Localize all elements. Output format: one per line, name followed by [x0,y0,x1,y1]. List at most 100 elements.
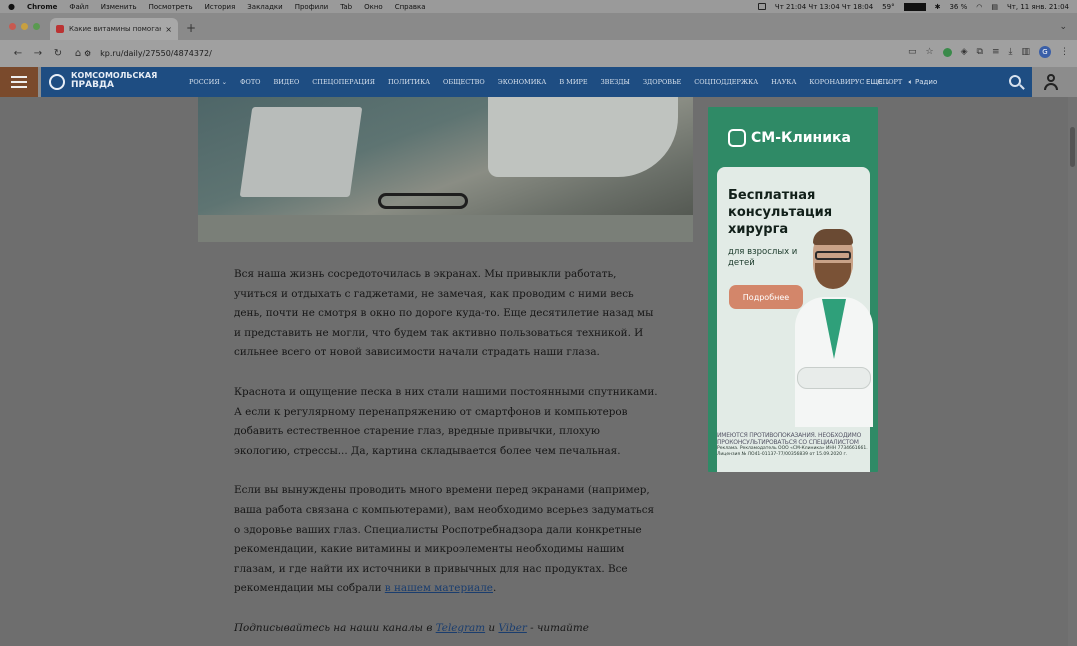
nav-region[interactable]: РОССИЯ ⌄ [189,78,227,86]
kp-favicon-icon [56,25,64,33]
tab-title: Какие витамины помогают [69,25,162,33]
forward-icon[interactable]: → [28,48,48,59]
control-center-icon[interactable]: ▤ [991,3,998,11]
apple-icon[interactable]: ● [8,2,15,11]
world-clocks[interactable]: Чт 21:04 Чт 13:04 Чт 18:04 [775,3,873,11]
status-icon[interactable] [757,3,766,10]
logo-line1: КОМСОМОЛЬСКАЯ [71,71,158,80]
header-right: ЕЩЕ ⌄ 🔈︎ Радио [866,67,937,97]
extensions-icon[interactable]: ⧉ [977,47,983,57]
maximize-window-icon[interactable] [33,23,40,30]
paragraph-1: Вся наша жизнь сосредоточилась в экранах… [234,268,654,359]
close-window-icon[interactable] [9,23,16,30]
wifi-icon[interactable]: ◠ [976,3,982,11]
ad-brand: СМ-Клиника [728,129,851,147]
site-logo[interactable]: КОМСОМОЛЬСКАЯ ПРАВДА [49,72,175,92]
ad-warning: ИМЕЮТСЯ ПРОТИВОПОКАЗАНИЯ. НЕОБХОДИМО ПРО… [717,432,862,446]
battery-percent[interactable]: 36 % [949,3,967,11]
nav-health[interactable]: ЗДОРОВЬЕ [643,78,681,86]
nav-stars[interactable]: ЗВЕЗДЫ [601,78,630,86]
page-content: Вся наша жизнь сосредоточилась в экранах… [0,97,1077,646]
page-scrollbar[interactable] [1068,97,1077,646]
radio-button[interactable]: 🔈︎ Радио [909,78,938,87]
side-panel-icon[interactable]: ▥ [1021,47,1030,57]
url-text[interactable]: kp.ru/daily/27550/4874372/ [100,49,212,58]
status-area: Чт 21:04 Чт 13:04 Чт 18:04 59° ✱ 36 % ◠ … [757,0,1069,13]
menu-view[interactable]: Посмотреть [149,3,193,11]
address-bar[interactable]: ⚙ kp.ru/daily/27550/4874372/ [84,44,854,63]
nav-covid[interactable]: КОРОНАВИРУС [809,78,864,86]
nav-society[interactable]: ОБЩЕСТВО [443,78,485,86]
nav-photo[interactable]: ФОТО [240,78,260,86]
ad-subtitle: для взрослых и детей [728,247,798,268]
ad-banner[interactable]: СМ-Клиника Бесплатная консультация хирур… [708,107,878,472]
site-header: КОМСОМОЛЬСКАЯ ПРАВДА РОССИЯ ⌄ ФОТО ВИДЕО… [0,67,1077,97]
telegram-link[interactable]: Telegram [436,622,485,634]
minimize-window-icon[interactable] [21,23,28,30]
hamburger-menu-icon[interactable] [0,67,38,97]
toolbar-actions: ▭ ☆ ◈ ⧉ ≡ ⤓ ▥ G ⋮ [908,46,1069,58]
site-info-icon[interactable]: ⚙ [84,49,91,58]
new-tab-icon[interactable]: + [186,21,196,35]
browser-toolbar: ← → ↻ ⌂ ⚙ kp.ru/daily/27550/4874372/ ▭ ☆… [0,40,1077,67]
menubar-clock[interactable]: Чт, 11 янв. 21:04 [1007,3,1069,11]
paragraph-2: Краснота и ощущение песка в них стали на… [234,385,658,457]
subscribe-paragraph: Подписывайтесь на наши каналы в Telegram… [234,621,589,634]
speaker-icon: 🔈︎ [908,77,913,86]
nav-social[interactable]: СОЦПОДДЕРЖКА [694,78,758,86]
article-hero-image [198,97,693,242]
article-body: Вся наша жизнь сосредоточилась в экранах… [234,265,659,646]
menu-tab[interactable]: Tab [340,3,352,11]
paragraph-3: Если вы вынуждены проводить много времен… [234,484,655,595]
active-tab[interactable]: Какие витамины помогают × [50,18,178,40]
ad-card: Бесплатная консультация хирурга для взро… [717,167,873,472]
search-icon[interactable] [1009,75,1021,87]
nav-more[interactable]: ЕЩЕ ⌄ [866,78,891,86]
menu-window[interactable]: Окно [364,3,383,11]
menu-app-name[interactable]: Chrome [27,3,57,11]
reading-list-icon[interactable]: ≡ [992,47,1000,57]
menu-help[interactable]: Справка [395,3,426,11]
nav-politics[interactable]: ПОЛИТИКА [388,78,430,86]
ad-legal: Реклама. Рекламодатель ООО «СМ-Клиника» … [717,446,868,457]
nav-world[interactable]: В МИРЕ [559,78,587,86]
scrollbar-thumb[interactable] [1070,127,1075,167]
weather-temp[interactable]: 59° [882,3,894,11]
extension-green-icon[interactable] [942,47,952,57]
nav-science[interactable]: НАУКА [771,78,796,86]
profile-avatar[interactable]: G [1039,46,1051,58]
menu-history[interactable]: История [205,3,236,11]
black-widget-icon[interactable] [903,2,926,11]
user-account-icon[interactable] [1043,74,1059,90]
viber-link[interactable]: Viber [498,622,526,634]
tab-strip: Какие витамины помогают × + ⌄ [0,13,1077,40]
doctor-illustration [795,227,873,427]
cast-icon[interactable]: ▭ [908,47,917,57]
close-tab-icon[interactable]: × [165,25,172,34]
macos-menubar: ● Chrome Файл Изменить Посмотреть Истори… [0,0,1077,13]
bluetooth-icon[interactable]: ✱ [935,3,941,11]
menu-edit[interactable]: Изменить [101,3,137,11]
bookmark-star-icon[interactable]: ☆ [926,47,934,57]
nav-specop[interactable]: СПЕЦОПЕРАЦИЯ [312,78,375,86]
menu-profiles[interactable]: Профили [295,3,329,11]
nav-video[interactable]: ВИДЕО [273,78,299,86]
logo-line2: ПРАВДА [71,80,114,90]
material-link[interactable]: в нашем материале [385,582,493,594]
download-icon[interactable]: ⤓ [1009,47,1013,57]
main-nav: РОССИЯ ⌄ ФОТО ВИДЕО СПЕЦОПЕРАЦИЯ ПОЛИТИК… [189,67,915,97]
menu-file[interactable]: Файл [69,3,88,11]
logo-mark-icon [49,74,65,90]
extension-shield-icon[interactable]: ◈ [961,47,968,57]
site-navbar: КОМСОМОЛЬСКАЯ ПРАВДА РОССИЯ ⌄ ФОТО ВИДЕО… [41,67,1032,97]
reload-icon[interactable]: ↻ [48,48,68,59]
tab-search-icon[interactable]: ⌄ [1059,22,1067,32]
ad-more-button[interactable]: Подробнее [729,285,803,309]
menu-bookmarks[interactable]: Закладки [247,3,282,11]
ad-fine-print: ИМЕЮТСЯ ПРОТИВОПОКАЗАНИЯ. НЕОБХОДИМО ПРО… [717,432,872,458]
back-icon[interactable]: ← [8,48,28,59]
window-controls [9,23,40,30]
nav-economy[interactable]: ЭКОНОМИКА [498,78,547,86]
clinic-logo-icon [728,129,746,147]
chrome-menu-icon[interactable]: ⋮ [1060,47,1069,57]
